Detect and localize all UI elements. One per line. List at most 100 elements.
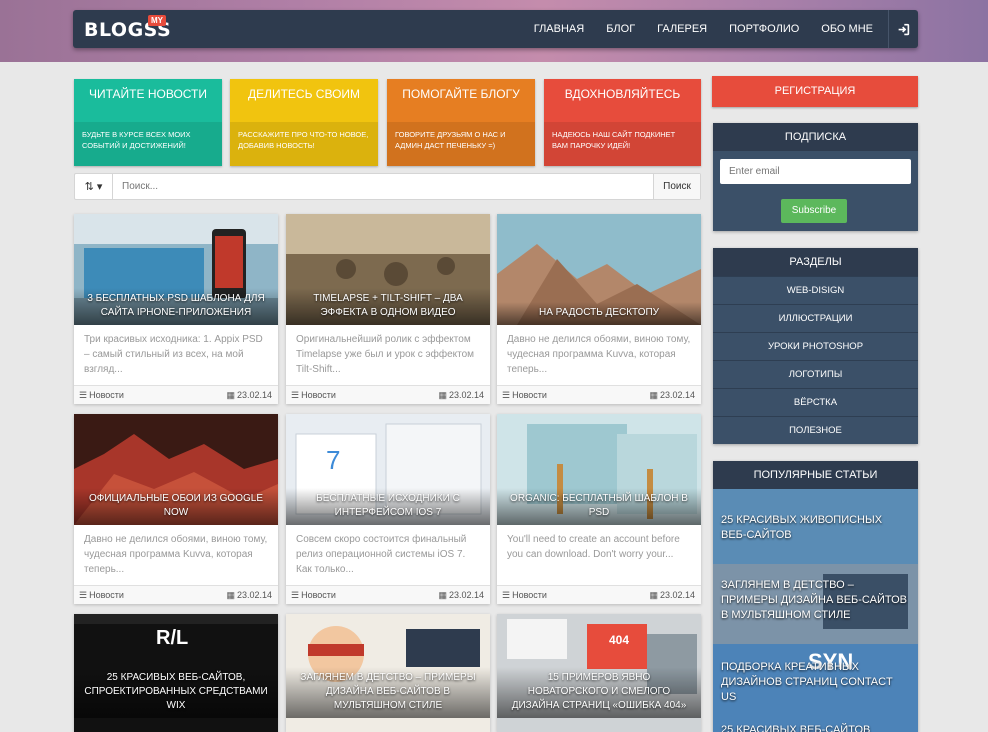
svg-text:7: 7 — [326, 445, 340, 475]
post-title[interactable]: 25 КРАСИВЫХ ВЕБ-САЙТОВ, СПРОЕКТИРОВАННЫХ… — [74, 667, 278, 718]
category-label: Новости — [512, 590, 547, 600]
post-thumbnail[interactable]: ORGANIC: БЕСПЛАТНЫЙ ШАБЛОН В PSD — [497, 414, 701, 525]
sort-button[interactable]: ⇅ ▾ — [75, 174, 113, 199]
feature-read-news[interactable]: ЧИТАЙТЕ НОВОСТИ БУДЬТЕ В КУРСЕ ВСЕХ МОИХ… — [74, 79, 222, 166]
email-field[interactable] — [720, 159, 911, 184]
post-meta: ☰ Новости ▦ 23.02.14 — [74, 585, 278, 604]
post-card[interactable]: ORGANIC: БЕСПЛАТНЫЙ ШАБЛОН В PSD You'll … — [497, 414, 701, 604]
popular-item[interactable]: 25 КРАСИВЫХ ЖИВОПИСНЫХ ВЕБ-САЙТОВ — [713, 513, 918, 543]
post-title[interactable]: 15 ПРИМЕРОВ ЯВНО НОВАТОРСКОГО И СМЕЛОГО … — [497, 667, 701, 718]
post-card[interactable]: ЗАГЛЯНЕМ В ДЕТСТВО – ПРИМЕРЫ ДИЗАЙНА ВЕБ… — [286, 614, 490, 732]
list-icon: ☰ — [502, 590, 511, 600]
section-item-markup[interactable]: ВЁРСТКА — [713, 388, 918, 416]
post-meta: ☰ Новости ▦ 23.02.14 — [286, 585, 490, 604]
feature-title: ВДОХНОВЛЯЙТЕСЬ — [564, 87, 681, 101]
feature-help-blog[interactable]: ПОМОГАЙТЕ БЛОГУ ГОВОРИТЕ ДРУЗЬЯМ О НАС И… — [387, 79, 535, 166]
post-card[interactable]: TIMELAPSE + TILT-SHIFT – ДВА ЭФФЕКТА В О… — [286, 214, 490, 404]
calendar-icon: ▦ — [649, 590, 658, 600]
popular-item[interactable]: 25 КРАСИВЫХ ВЕБ-САЙТОВ — [713, 723, 918, 732]
calendar-icon: ▦ — [649, 390, 658, 400]
date-label: 23.02.14 — [659, 590, 695, 600]
section-item-web-design[interactable]: WEB-DISIGN — [713, 276, 918, 304]
svg-text:R/L: R/L — [156, 627, 188, 649]
list-icon: ☰ — [79, 390, 88, 400]
post-card[interactable]: ОФИЦИАЛЬНЫЕ ОБОИ ИЗ GOOGLE NOW Давно не … — [74, 414, 278, 604]
feature-text: ГОВОРИТЕ ДРУЗЬЯМ О НАС И АДМИН ДАСТ ПЕЧЕ… — [387, 122, 535, 166]
post-meta: ☰ Новости ▦ 23.02.14 — [497, 385, 701, 404]
post-card[interactable]: НА РАДОСТЬ ДЕСКТОПУ Давно не делился обо… — [497, 214, 701, 404]
sign-in-icon[interactable] — [888, 10, 918, 48]
post-title[interactable]: ORGANIC: БЕСПЛАТНЫЙ ШАБЛОН В PSD — [497, 488, 701, 525]
sections-widget: РАЗДЕЛЫ WEB-DISIGN ИЛЛЮСТРАЦИИ УРОКИ PHO… — [713, 248, 918, 444]
feature-title: ДЕЛИТЕСЬ СВОИМ — [247, 87, 361, 101]
nav-item-about[interactable]: ОБО МНЕ — [810, 10, 884, 48]
search-bar: ⇅ ▾ Поиск — [74, 173, 701, 200]
section-item-photoshop[interactable]: УРОКИ PHOTOSHOP — [713, 332, 918, 360]
post-thumbnail[interactable]: 3 БЕСПЛАТНЫХ PSD ШАБЛОНА ДЛЯ САЙТА IPHON… — [74, 214, 278, 325]
post-date: ▦ 23.02.14 — [649, 386, 695, 404]
post-thumbnail[interactable]: R/L 25 КРАСИВЫХ ВЕБ-САЙТОВ, СПРОЕКТИРОВА… — [74, 614, 278, 732]
feature-share[interactable]: ДЕЛИТЕСЬ СВОИМ РАССКАЖИТЕ ПРО ЧТО-ТО НОВ… — [230, 79, 378, 166]
date-label: 23.02.14 — [659, 390, 695, 400]
post-excerpt: Давно не делился обоями, виною тому, чуд… — [84, 534, 268, 575]
post-excerpt: You'll need to create an account before … — [507, 534, 680, 560]
category-label: Новости — [512, 390, 547, 400]
post-title[interactable]: ЗАГЛЯНЕМ В ДЕТСТВО – ПРИМЕРЫ ДИЗАЙНА ВЕБ… — [286, 667, 490, 718]
post-category[interactable]: ☰ Новости — [291, 586, 336, 604]
post-card[interactable]: 3 БЕСПЛАТНЫХ PSD ШАБЛОНА ДЛЯ САЙТА IPHON… — [74, 214, 278, 404]
post-title[interactable]: TIMELAPSE + TILT-SHIFT – ДВА ЭФФЕКТА В О… — [286, 288, 490, 325]
post-thumbnail[interactable]: 404 15 ПРИМЕРОВ ЯВНО НОВАТОРСКОГО И СМЕЛ… — [497, 614, 701, 732]
post-thumbnail[interactable]: 7 БЕСПЛАТНЫЕ ИСХОДНИКИ С ИНТЕРФЕЙСОМ IOS… — [286, 414, 490, 525]
list-icon: ☰ — [291, 590, 300, 600]
calendar-icon: ▦ — [438, 390, 447, 400]
post-card[interactable]: 7 БЕСПЛАТНЫЕ ИСХОДНИКИ С ИНТЕРФЕЙСОМ IOS… — [286, 414, 490, 604]
post-card[interactable]: R/L 25 КРАСИВЫХ ВЕБ-САЙТОВ, СПРОЕКТИРОВА… — [74, 614, 278, 732]
popular-item[interactable]: ЗАГЛЯНЕМ В ДЕТСТВО – ПРИМЕРЫ ДИЗАЙНА ВЕБ… — [713, 578, 918, 623]
calendar-icon: ▦ — [226, 390, 235, 400]
category-label: Новости — [301, 590, 336, 600]
nav-menu: ГЛАВНАЯ БЛОГ ГАЛЕРЕЯ ПОРТФОЛИО ОБО МНЕ — [523, 10, 884, 48]
popular-item[interactable]: ПОДБОРКА КРЕАТИВНЫХ ДИЗАЙНОВ СТРАНИЦ CON… — [713, 660, 918, 705]
feature-title: ПОМОГАЙТЕ БЛОГУ — [402, 87, 520, 101]
feature-inspire[interactable]: ВДОХНОВЛЯЙТЕСЬ НАДЕЮСЬ НАШ САЙТ ПОДКИНЕТ… — [544, 79, 701, 166]
post-title[interactable]: БЕСПЛАТНЫЕ ИСХОДНИКИ С ИНТЕРФЕЙСОМ IOS 7 — [286, 488, 490, 525]
category-label: Новости — [89, 590, 124, 600]
nav-item-blog[interactable]: БЛОГ — [595, 10, 646, 48]
date-label: 23.02.14 — [448, 590, 484, 600]
list-icon: ☰ — [79, 590, 88, 600]
post-thumbnail[interactable]: ЗАГЛЯНЕМ В ДЕТСТВО – ПРИМЕРЫ ДИЗАЙНА ВЕБ… — [286, 614, 490, 732]
section-item-useful[interactable]: ПОЛЕЗНОЕ — [713, 416, 918, 444]
category-label: Новости — [301, 390, 336, 400]
post-category[interactable]: ☰ Новости — [79, 586, 124, 604]
post-category[interactable]: ☰ Новости — [79, 386, 124, 404]
post-thumbnail[interactable]: НА РАДОСТЬ ДЕСКТОПУ — [497, 214, 701, 325]
search-button[interactable]: Поиск — [653, 174, 700, 199]
popular-widget: ПОПУЛЯРНЫЕ СТАТЬИ SYN 25 КРАСИВЫХ ЖИВОПИ… — [713, 461, 918, 732]
post-category[interactable]: ☰ Новости — [502, 586, 547, 604]
nav-item-gallery[interactable]: ГАЛЕРЕЯ — [646, 10, 718, 48]
register-button[interactable]: РЕГИСТРАЦИЯ — [712, 76, 918, 107]
post-category[interactable]: ☰ Новости — [502, 386, 547, 404]
nav-item-portfolio[interactable]: ПОРТФОЛИО — [718, 10, 810, 48]
subscribe-button[interactable]: Subscribe — [781, 199, 847, 223]
post-date: ▦ 23.02.14 — [438, 586, 484, 604]
date-label: 23.02.14 — [448, 390, 484, 400]
post-card[interactable]: 404 15 ПРИМЕРОВ ЯВНО НОВАТОРСКОГО И СМЕЛ… — [497, 614, 701, 732]
post-thumbnail[interactable]: ОФИЦИАЛЬНЫЕ ОБОИ ИЗ GOOGLE NOW — [74, 414, 278, 525]
post-category[interactable]: ☰ Новости — [291, 386, 336, 404]
nav-item-home[interactable]: ГЛАВНАЯ — [523, 10, 595, 48]
post-title[interactable]: ОФИЦИАЛЬНЫЕ ОБОИ ИЗ GOOGLE NOW — [74, 488, 278, 525]
post-title[interactable]: 3 БЕСПЛАТНЫХ PSD ШАБЛОНА ДЛЯ САЙТА IPHON… — [74, 288, 278, 325]
subscribe-title: ПОДПИСКА — [713, 123, 918, 151]
svg-text:404: 404 — [609, 633, 629, 647]
post-excerpt: Давно не делился обоями, виною тому, чуд… — [507, 334, 691, 375]
section-item-logos[interactable]: ЛОГОТИПЫ — [713, 360, 918, 388]
feature-title: ЧИТАЙТЕ НОВОСТИ — [88, 87, 207, 101]
post-date: ▦ 23.02.14 — [226, 586, 272, 604]
post-thumbnail[interactable]: TIMELAPSE + TILT-SHIFT – ДВА ЭФФЕКТА В О… — [286, 214, 490, 325]
post-title[interactable]: НА РАДОСТЬ ДЕСКТОПУ — [497, 302, 701, 325]
feature-text: РАССКАЖИТЕ ПРО ЧТО-ТО НОВОЕ, ДОБАВИВ НОВ… — [230, 122, 378, 166]
category-label: Новости — [89, 390, 124, 400]
section-item-illustrations[interactable]: ИЛЛЮСТРАЦИИ — [713, 304, 918, 332]
search-input[interactable] — [114, 174, 654, 199]
